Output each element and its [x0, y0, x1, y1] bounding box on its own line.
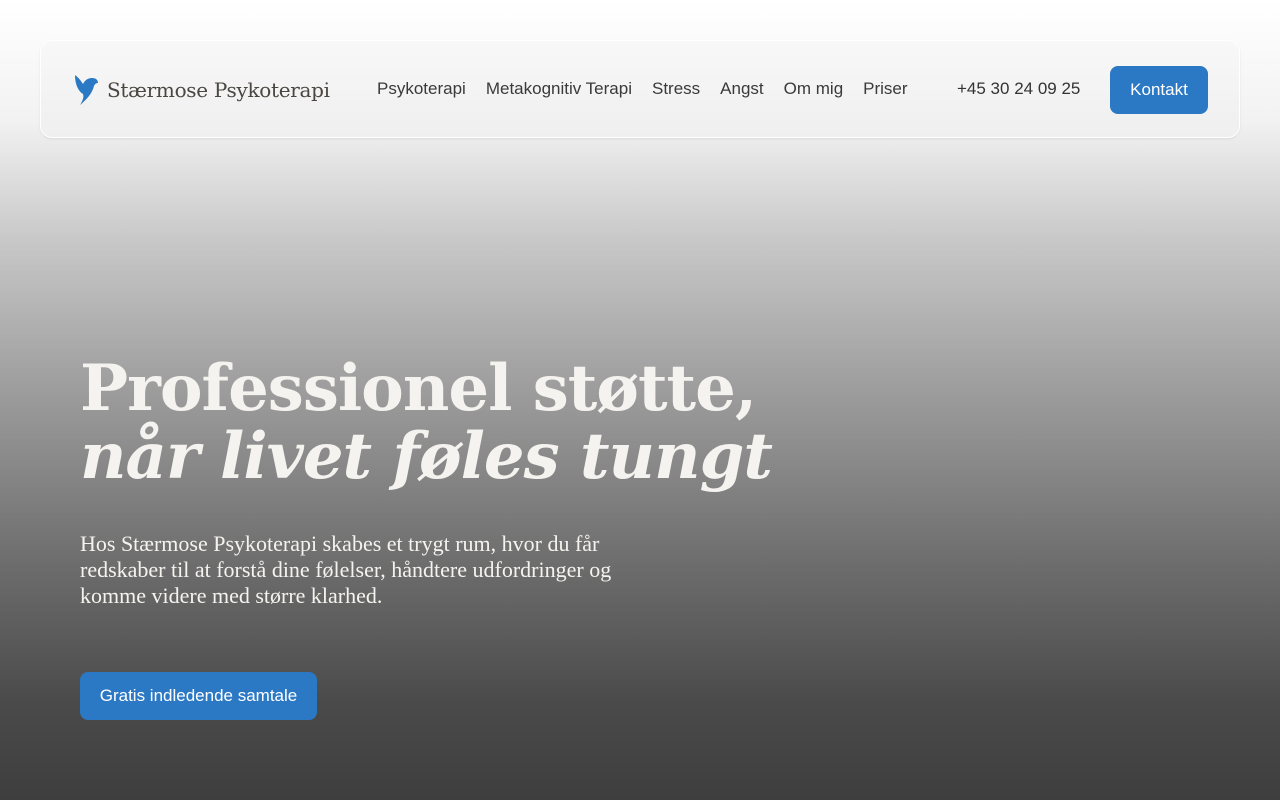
nav-link-metakognitiv-terapi[interactable]: Metakognitiv Terapi — [486, 79, 632, 99]
hero-title-plain: Professionel støtte, — [80, 351, 757, 426]
hero-title-italic: når livet føles tungt — [80, 419, 773, 494]
phone-link[interactable]: +45 30 24 09 25 — [957, 79, 1080, 99]
nav-link-priser[interactable]: Priser — [863, 79, 907, 99]
hero-title: Professionel støtte, når livet føles tun… — [80, 355, 840, 491]
free-consultation-button[interactable]: Gratis indledende samtale — [80, 672, 317, 720]
hero-subtitle: Hos Stærmose Psykoterapi skabes et trygt… — [80, 531, 612, 608]
bird-logo-icon — [75, 75, 98, 105]
contact-button[interactable]: Kontakt — [1110, 66, 1208, 114]
nav-link-om-mig[interactable]: Om mig — [784, 79, 844, 99]
nav-link-stress[interactable]: Stress — [652, 79, 700, 99]
brand-name: Stærmose Psykoterapi — [107, 78, 330, 102]
navbar: Stærmose Psykoterapi Psykoterapi Metakog… — [40, 40, 1240, 138]
nav-link-psykoterapi[interactable]: Psykoterapi — [377, 79, 466, 99]
nav-link-angst[interactable]: Angst — [720, 79, 763, 99]
logo-link[interactable]: Stærmose Psykoterapi — [73, 73, 330, 107]
main-nav: Psykoterapi Metakognitiv Terapi Stress A… — [377, 79, 908, 99]
